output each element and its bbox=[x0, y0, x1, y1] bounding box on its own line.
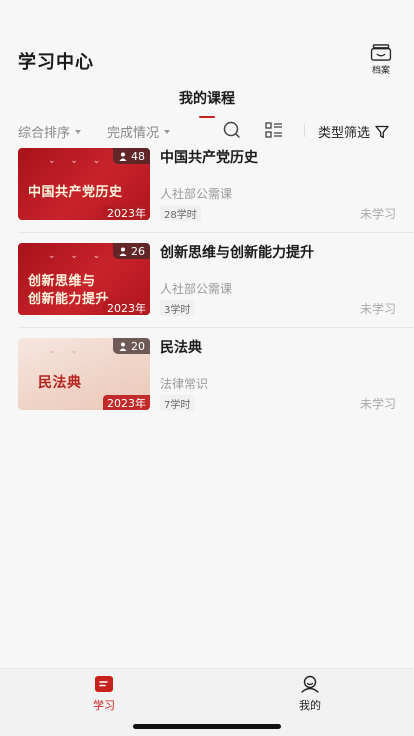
tab-mine[interactable]: 我的 bbox=[280, 675, 340, 713]
thumbnail-title: 民法典 bbox=[38, 375, 82, 391]
filter-divider bbox=[304, 124, 305, 137]
course-title: 中国共产党历史 bbox=[160, 150, 258, 166]
sort-dropdown-label: 综合排序 bbox=[18, 126, 71, 141]
caret-down-icon bbox=[75, 129, 82, 134]
course-hours: 7学时 bbox=[160, 395, 195, 411]
header: 学习中心 档案 bbox=[0, 0, 414, 80]
course-tabs: 我的课程 bbox=[0, 84, 414, 118]
archive-label: 档案 bbox=[371, 66, 390, 76]
person-icon bbox=[119, 342, 127, 351]
course-category: 人社部公需课 bbox=[160, 282, 233, 296]
course-item[interactable]: ⌄ ⌄ 民法典 20 2023年 民法典 法律常识 7学时 未学习 bbox=[0, 337, 414, 432]
course-item[interactable]: ⌄ ⌄ ⌄ 中国共产党历史 48 2023年 中国共产党历史 人社部公需课 28… bbox=[0, 147, 414, 242]
year-badge: 2023年 bbox=[103, 205, 150, 220]
year-badge: 2023年 bbox=[103, 395, 150, 410]
person-icon bbox=[119, 152, 127, 161]
search-icon[interactable] bbox=[222, 120, 242, 140]
course-hours: 28学时 bbox=[160, 205, 201, 221]
learner-count-badge: 20 bbox=[113, 338, 150, 354]
user-profile-icon bbox=[301, 675, 319, 693]
filter-bar: 综合排序 完成情况 类型筛选 bbox=[0, 118, 414, 142]
course-status: 未学习 bbox=[359, 397, 396, 411]
learning-center-page: 学习中心 档案 我的课程 综合排序 完成情况 类型筛选 ⌄ ⌄ ⌄ 中国共产党历… bbox=[0, 0, 414, 668]
tab-my-courses-label: 我的课程 bbox=[179, 91, 235, 107]
tab-learn[interactable]: 学习 bbox=[74, 675, 134, 713]
type-filter-label: 类型筛选 bbox=[318, 126, 371, 141]
course-thumbnail: ⌄ ⌄ ⌄ 创新思维与 创新能力提升 26 2023年 bbox=[18, 243, 150, 315]
book-icon bbox=[95, 676, 113, 692]
course-status: 未学习 bbox=[359, 302, 396, 316]
course-item[interactable]: ⌄ ⌄ ⌄ 创新思维与 创新能力提升 26 2023年 创新思维与创新能力提升 … bbox=[0, 242, 414, 337]
course-hours: 3学时 bbox=[160, 300, 195, 316]
tab-my-courses[interactable]: 我的课程 bbox=[179, 84, 235, 118]
archive-button[interactable]: 档案 bbox=[362, 44, 400, 76]
thumbnail-title-line2: 创新能力提升 bbox=[28, 292, 110, 307]
course-status: 未学习 bbox=[359, 207, 396, 221]
course-thumbnail: ⌄ ⌄ 民法典 20 2023年 bbox=[18, 338, 150, 410]
tab-learn-label: 学习 bbox=[93, 699, 115, 712]
thumbnail-title: 中国共产党历史 bbox=[28, 185, 123, 200]
home-indicator bbox=[133, 724, 281, 729]
type-filter-button[interactable]: 类型筛选 bbox=[318, 122, 389, 141]
course-list: ⌄ ⌄ ⌄ 中国共产党历史 48 2023年 中国共产党历史 人社部公需课 28… bbox=[0, 147, 414, 432]
learner-count: 48 bbox=[131, 149, 145, 163]
tab-mine-label: 我的 bbox=[299, 699, 321, 712]
row-divider bbox=[18, 232, 414, 233]
person-icon bbox=[119, 247, 127, 256]
course-title: 民法典 bbox=[160, 340, 202, 356]
status-dropdown-label: 完成情况 bbox=[107, 126, 160, 141]
filter-funnel-icon bbox=[375, 125, 389, 138]
birds-decoration-icon: ⌄ ⌄ ⌄ bbox=[48, 156, 107, 166]
thumbnail-title-line1: 创新思维与 bbox=[28, 274, 96, 289]
list-layout-icon[interactable] bbox=[264, 120, 284, 140]
page-title: 学习中心 bbox=[18, 52, 94, 73]
course-title: 创新思维与创新能力提升 bbox=[160, 245, 314, 261]
caret-down-icon bbox=[164, 129, 171, 134]
birds-decoration-icon: ⌄ ⌄ bbox=[48, 346, 84, 356]
course-thumbnail: ⌄ ⌄ ⌄ 中国共产党历史 48 2023年 bbox=[18, 148, 150, 220]
row-divider bbox=[18, 327, 414, 328]
learner-count: 26 bbox=[131, 244, 145, 258]
archive-icon bbox=[370, 44, 392, 61]
status-dropdown[interactable]: 完成情况 bbox=[107, 122, 171, 141]
course-category: 人社部公需课 bbox=[160, 187, 233, 201]
learner-count: 20 bbox=[131, 339, 145, 353]
year-badge: 2023年 bbox=[103, 300, 150, 315]
sort-dropdown[interactable]: 综合排序 bbox=[18, 122, 82, 141]
birds-decoration-icon: ⌄ ⌄ ⌄ bbox=[48, 251, 107, 261]
learner-count-badge: 26 bbox=[113, 243, 150, 259]
course-category: 法律常识 bbox=[160, 377, 209, 391]
learner-count-badge: 48 bbox=[113, 148, 150, 164]
